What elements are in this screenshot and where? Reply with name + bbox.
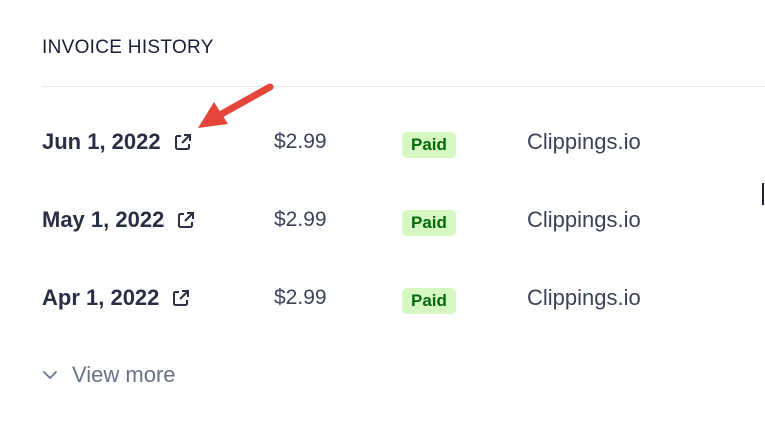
invoice-merchant: Clippings.io xyxy=(527,207,641,232)
view-more-button[interactable]: View more xyxy=(42,362,176,388)
section-title: INVOICE HISTORY xyxy=(42,37,214,58)
invoice-history-panel: INVOICE HISTORY Jun 1, 2022 $2.99 Paid C… xyxy=(0,0,765,438)
invoice-amount: $2.99 xyxy=(274,286,327,309)
invoice-date-link[interactable]: Apr 1, 2022 xyxy=(42,285,191,311)
status-badge: Paid xyxy=(402,132,456,158)
text-cursor xyxy=(762,183,764,205)
invoice-row: Apr 1, 2022 $2.99 Paid Clippings.io xyxy=(42,277,742,321)
invoice-date-link[interactable]: May 1, 2022 xyxy=(42,207,196,233)
external-link-icon[interactable] xyxy=(176,210,196,230)
invoice-date-link[interactable]: Jun 1, 2022 xyxy=(42,129,193,155)
invoice-amount: $2.99 xyxy=(274,130,327,153)
invoice-merchant: Clippings.io xyxy=(527,129,641,154)
status-badge: Paid xyxy=(402,210,456,236)
divider xyxy=(42,86,765,87)
status-badge: Paid xyxy=(402,288,456,314)
view-more-label: View more xyxy=(72,362,176,387)
invoice-merchant: Clippings.io xyxy=(527,285,641,310)
chevron-down-icon xyxy=(43,371,57,379)
external-link-icon[interactable] xyxy=(171,288,191,308)
red-arrow-icon xyxy=(198,83,274,128)
invoice-date: Apr 1, 2022 xyxy=(42,285,160,310)
invoice-date: Jun 1, 2022 xyxy=(42,129,161,154)
invoice-date: May 1, 2022 xyxy=(42,207,165,232)
invoice-amount: $2.99 xyxy=(274,208,327,231)
invoice-row: Jun 1, 2022 $2.99 Paid Clippings.io xyxy=(42,121,742,165)
invoice-row: May 1, 2022 $2.99 Paid Clippings.io xyxy=(42,199,742,243)
